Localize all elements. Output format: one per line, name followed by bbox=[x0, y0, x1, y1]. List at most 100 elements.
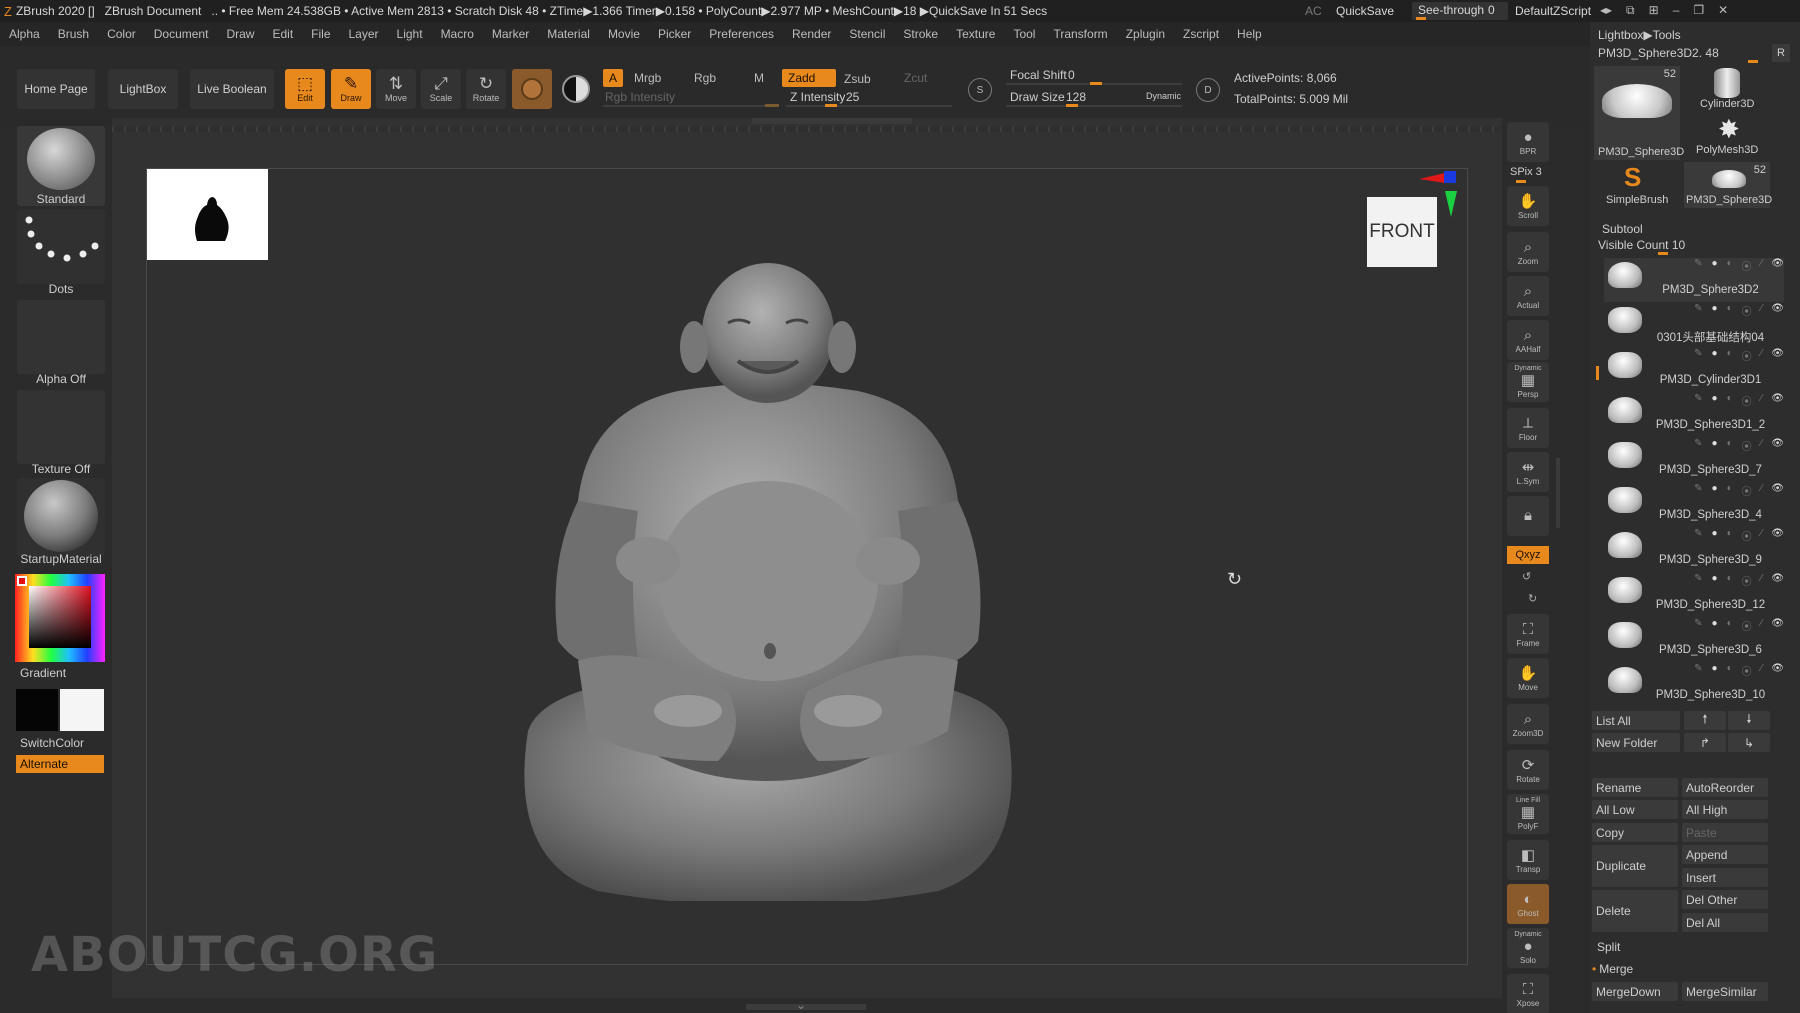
stroke-selector[interactable] bbox=[17, 210, 105, 284]
switchcolor-label[interactable]: SwitchColor bbox=[20, 736, 84, 750]
restore-icon[interactable]: ❐ bbox=[1693, 3, 1704, 18]
tool-thumb-cylinder[interactable]: Cylinder3D bbox=[1684, 66, 1770, 114]
subtool-brush-icon[interactable]: ✎ bbox=[1694, 663, 1702, 677]
buddha-sculpt-model[interactable] bbox=[488, 261, 1048, 901]
zsub-toggle[interactable]: Zsub bbox=[838, 70, 877, 88]
subtool-half-icon[interactable]: ◐ bbox=[1727, 393, 1733, 407]
subtool-row[interactable]: ✎ ● ◐ ⦿ ⁄ 👁︎ PM3D_Sphere3D1_2 bbox=[1604, 393, 1784, 437]
xyz-button[interactable]: Qxyz bbox=[1507, 546, 1549, 564]
seethrough-slider[interactable]: See-through 0 bbox=[1412, 2, 1508, 20]
subtool-half-icon[interactable]: ◐ bbox=[1727, 663, 1733, 677]
menu-tool[interactable]: Tool bbox=[1004, 27, 1044, 41]
secondary-color-swatch[interactable] bbox=[60, 689, 104, 731]
subtool-row[interactable]: ✎ ● ◐ ⦿ ⁄ 👁︎ PM3D_Sphere3D_9 bbox=[1604, 528, 1784, 572]
solo-button[interactable]: Dynamic ● Solo bbox=[1507, 928, 1549, 968]
menu-brush[interactable]: Brush bbox=[49, 27, 98, 41]
menu-layer[interactable]: Layer bbox=[340, 27, 388, 41]
subtool-eye-icon[interactable]: 👁︎ bbox=[1771, 438, 1784, 452]
subtool-edit-icon[interactable]: ⁄ bbox=[1761, 618, 1763, 632]
default-zscript-button[interactable]: DefaultZScript bbox=[1515, 4, 1591, 18]
zcut-toggle[interactable]: Zcut bbox=[898, 69, 933, 87]
dynamic-toggle[interactable]: Dynamic bbox=[1146, 91, 1181, 101]
xpose-button[interactable]: ⛶ Xpose bbox=[1507, 974, 1549, 1013]
move-up-button[interactable]: 🠕 bbox=[1684, 711, 1726, 730]
folder-out-button[interactable]: ↱ bbox=[1684, 733, 1726, 752]
frame-button[interactable]: ⛶ Frame bbox=[1507, 614, 1549, 654]
subtool-row[interactable]: ✎ ● ◐ ⦿ ⁄ 👁︎ PM3D_Sphere3D_12 bbox=[1604, 573, 1784, 617]
menu-texture[interactable]: Texture bbox=[947, 27, 1004, 41]
actual-button[interactable]: ⌕ Actual bbox=[1507, 276, 1549, 316]
menu-picker[interactable]: Picker bbox=[649, 27, 700, 41]
aahalf-button[interactable]: ⌕ AAHalf bbox=[1507, 320, 1549, 360]
focal-shift-icon[interactable]: S bbox=[968, 78, 992, 102]
navigation-thumbnail[interactable] bbox=[147, 169, 268, 260]
subtool-edit-icon[interactable]: ⁄ bbox=[1761, 663, 1763, 677]
subtool-brush-icon[interactable]: ✎ bbox=[1694, 393, 1702, 407]
merge-section[interactable]: • Merge bbox=[1592, 960, 1633, 978]
floor-button[interactable]: ⟂ Floor bbox=[1507, 408, 1549, 448]
layout-icon[interactable]: ◂▸ bbox=[1600, 3, 1612, 18]
subtool-edit-icon[interactable]: ⁄ bbox=[1761, 303, 1763, 317]
split-section[interactable]: Split bbox=[1597, 938, 1620, 956]
subtool-eye-icon[interactable]: 👁︎ bbox=[1771, 348, 1784, 362]
delete-button[interactable]: Delete bbox=[1592, 890, 1678, 932]
primary-color-swatch[interactable] bbox=[16, 689, 58, 731]
menu-zplugin[interactable]: Zplugin bbox=[1117, 27, 1174, 41]
subtool-half-icon[interactable]: ◐ bbox=[1727, 438, 1733, 452]
subtool-edit-icon[interactable]: ⁄ bbox=[1761, 258, 1763, 272]
subtool-brush-icon[interactable]: ✎ bbox=[1694, 258, 1702, 272]
subtool-brush-icon[interactable]: ✎ bbox=[1694, 573, 1702, 587]
subtool-brush-icon[interactable]: ✎ bbox=[1694, 348, 1702, 362]
spix-slider[interactable]: SPix 3 bbox=[1510, 166, 1542, 178]
subtool-pin-icon[interactable]: ⦿ bbox=[1742, 618, 1752, 633]
subtool-pin-icon[interactable]: ⦿ bbox=[1742, 483, 1752, 498]
subtool-eye-icon[interactable]: 👁︎ bbox=[1771, 528, 1784, 542]
visible-count-slider[interactable]: Visible Count 10 bbox=[1596, 238, 1766, 255]
menu-file[interactable]: File bbox=[302, 27, 339, 41]
config-icon[interactable]: ⊞ bbox=[1649, 3, 1659, 18]
move-button[interactable]: ⇅ Move bbox=[376, 69, 416, 109]
mergesimilar-button[interactable]: MergeSimilar bbox=[1682, 982, 1768, 1001]
subtool-half-icon[interactable]: ◐ bbox=[1727, 573, 1733, 587]
subtool-half-icon[interactable]: ◐ bbox=[1727, 483, 1733, 497]
zoom-button[interactable]: ⌕ Zoom bbox=[1507, 232, 1549, 272]
alpha-selector[interactable] bbox=[17, 300, 105, 374]
subtool-half-icon[interactable]: ◐ bbox=[1727, 528, 1733, 542]
paste-button[interactable]: Paste bbox=[1682, 823, 1768, 842]
del-other-button[interactable]: Del Other bbox=[1682, 890, 1768, 909]
tools-breadcrumb[interactable]: Lightbox▶Tools bbox=[1598, 26, 1681, 44]
menu-render[interactable]: Render bbox=[783, 27, 840, 41]
menu-preferences[interactable]: Preferences bbox=[700, 27, 783, 41]
axis-gizmo[interactable] bbox=[1417, 169, 1467, 229]
autoreorder-button[interactable]: AutoReorder bbox=[1682, 778, 1768, 797]
folder-in-button[interactable]: ↳ bbox=[1728, 733, 1770, 752]
subtool-toggle-icon[interactable]: ● bbox=[1712, 393, 1718, 407]
draw-size-slider[interactable]: Draw Size 128 Dynamic bbox=[1006, 88, 1182, 107]
all-low-button[interactable]: All Low bbox=[1592, 800, 1678, 819]
alternate-button[interactable]: Alternate bbox=[16, 755, 104, 773]
ghost-button[interactable]: ◐ Ghost bbox=[1507, 884, 1549, 924]
subtool-toggle-icon[interactable]: ● bbox=[1712, 483, 1718, 497]
current-tool-slider[interactable]: PM3D_Sphere3D2. 48 bbox=[1596, 46, 1766, 63]
texture-selector[interactable] bbox=[17, 390, 105, 464]
subtool-pin-icon[interactable]: ⦿ bbox=[1742, 528, 1752, 543]
lightbox-button[interactable]: LightBox bbox=[108, 69, 178, 109]
subtool-pin-icon[interactable]: ⦿ bbox=[1742, 393, 1752, 408]
subtool-eye-icon[interactable]: 👁︎ bbox=[1771, 483, 1784, 497]
dynamic-brush-icon[interactable]: D bbox=[1196, 78, 1220, 102]
edit-button[interactable]: ⬚ Edit bbox=[285, 69, 325, 109]
menu-edit[interactable]: Edit bbox=[263, 27, 302, 41]
subtool-edit-icon[interactable]: ⁄ bbox=[1761, 438, 1763, 452]
tool-thumb-polymesh[interactable]: ✸ PolyMesh3D bbox=[1684, 114, 1770, 160]
rotate-view-button[interactable]: ⟳ Rotate bbox=[1507, 750, 1549, 790]
rotate-z-icon[interactable]: ↻ bbox=[1528, 592, 1537, 605]
m-toggle[interactable]: M bbox=[748, 69, 770, 87]
panel-scrollbar[interactable] bbox=[1556, 458, 1560, 528]
quicksave-button[interactable]: QuickSave bbox=[1336, 4, 1394, 18]
subtool-pin-icon[interactable]: ⦿ bbox=[1742, 258, 1752, 273]
material-swatch[interactable] bbox=[512, 69, 552, 109]
minimize-icon[interactable]: – bbox=[1673, 3, 1680, 18]
subtool-row[interactable]: ✎ ● ◐ ⦿ ⁄ 👁︎ PM3D_Sphere3D_10 bbox=[1604, 663, 1784, 707]
subtool-row[interactable]: ✎ ● ◐ ⦿ ⁄ 👁︎ PM3D_Sphere3D2 bbox=[1604, 258, 1784, 302]
zadd-toggle[interactable]: Zadd bbox=[782, 69, 836, 87]
